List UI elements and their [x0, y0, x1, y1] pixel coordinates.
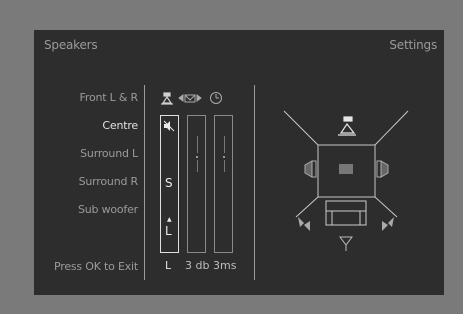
speaker-settings-panel: Speakers Settings Front L & R Centre Sur…: [34, 30, 444, 295]
right-speaker-icon: [376, 160, 389, 178]
size-column[interactable]: S ▲ L: [160, 115, 179, 253]
triangle-arrows-icon: [178, 94, 202, 103]
speaker-icon: [161, 92, 173, 105]
sofa-icon: [325, 200, 367, 226]
mute-speaker-icon: [163, 120, 175, 132]
screen-icon: [339, 164, 353, 174]
up-arrow-icon: ▲: [167, 216, 172, 223]
delay-knob: [222, 156, 225, 158]
size-middle-value: S: [165, 176, 173, 190]
exit-hint: Press OK to Exit: [54, 260, 138, 273]
speaker-row-surround-r[interactable]: Surround R: [79, 175, 139, 188]
subwoofer-icon: [339, 236, 353, 251]
right-divider: [254, 85, 255, 280]
left-speaker-icon: [304, 160, 317, 178]
size-bottom-value: L: [165, 224, 172, 238]
delay-column[interactable]: [214, 115, 233, 253]
surround-left-icon: [298, 217, 310, 231]
speaker-row-front[interactable]: Front L & R: [80, 91, 139, 104]
size-footer-value: L: [165, 259, 172, 272]
level-column[interactable]: [187, 115, 206, 253]
left-divider: [144, 85, 145, 280]
delay-footer-value: 3ms: [213, 259, 237, 272]
speaker-row-sub-woofer[interactable]: Sub woofer: [78, 203, 138, 216]
speaker-row-centre[interactable]: Centre: [102, 119, 138, 132]
room-layout-diagram: [283, 110, 409, 251]
settings-label: Settings: [389, 38, 437, 52]
column-header-icons: [161, 92, 222, 105]
clock-icon: [210, 92, 222, 104]
speaker-row-surround-l[interactable]: Surround L: [80, 147, 138, 160]
level-footer-value: 3 db: [185, 259, 210, 272]
centre-speaker-icon: [338, 116, 356, 136]
level-knob: [195, 156, 198, 158]
surround-right-icon: [382, 217, 394, 231]
page-title: Speakers: [44, 38, 98, 52]
